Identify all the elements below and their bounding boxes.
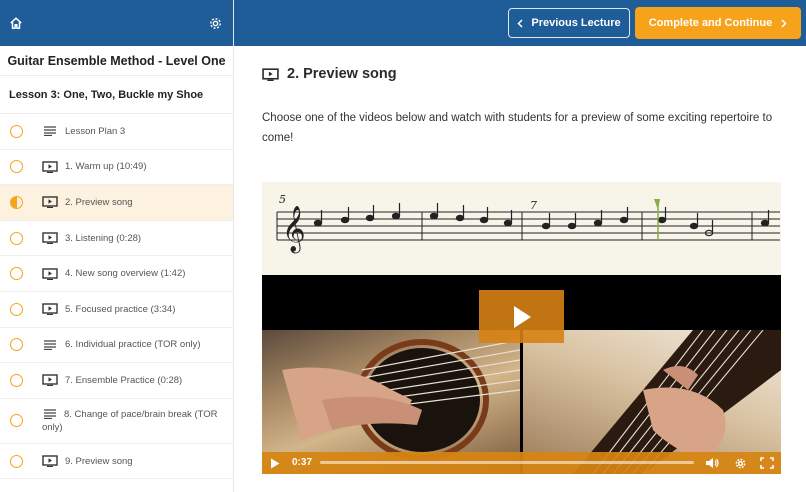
measure-number: 7	[530, 199, 537, 212]
lecture-item-ensemble-practice[interactable]: 7. Ensemble Practice (0:28)	[0, 363, 233, 399]
video-icon	[42, 303, 58, 316]
lecture-title: 2. Preview song	[287, 66, 397, 82]
play-pause-control-icon[interactable]	[268, 456, 282, 470]
incomplete-status-icon	[10, 160, 23, 174]
video-icon	[42, 267, 58, 280]
fullscreen-icon[interactable]	[760, 456, 774, 470]
course-title: Guitar Ensemble Method - Level One	[0, 46, 233, 76]
playback-time: 0:37	[292, 457, 313, 468]
lecture-item-listening[interactable]: 3. Listening (0:28)	[0, 221, 233, 257]
lecture-item-brain-break[interactable]: 8. Change of pace/brain break (TOR only)	[0, 399, 233, 444]
previous-lecture-button[interactable]: Previous Lecture	[508, 8, 630, 38]
lecture-description: Choose one of the videos below and watch…	[262, 112, 773, 144]
text-lines-icon	[42, 125, 58, 137]
lecture-item-label: 2. Preview song	[65, 196, 133, 208]
video-icon	[42, 374, 58, 387]
lecture-item-label: 4. New song overview (1:42)	[65, 268, 186, 280]
svg-text:𝄞: 𝄞	[282, 206, 306, 254]
lecture-heading: 2. Preview song	[262, 66, 397, 82]
sheet-music: 𝄞 5 7	[262, 182, 781, 275]
chevron-right-icon	[781, 18, 787, 28]
lecture-list: Lesson Plan 3 1. Warm up (10:49) 2. Prev…	[0, 114, 233, 480]
incomplete-status-icon	[10, 302, 23, 316]
home-icon[interactable]	[8, 15, 24, 31]
lecture-item-label: 6. Individual practice (TOR only)	[65, 339, 201, 351]
incomplete-status-icon	[10, 373, 23, 387]
lecture-item-warm-up[interactable]: 1. Warm up (10:49)	[0, 150, 233, 186]
play-icon	[513, 305, 531, 328]
incomplete-status-icon	[10, 414, 23, 428]
lecture-sidebar: Guitar Ensemble Method - Level One Lesso…	[0, 0, 234, 492]
incomplete-status-icon	[10, 267, 23, 281]
lecture-item-label: 8. Change of pace/brain break (TOR only)	[42, 408, 218, 433]
video-icon	[42, 455, 58, 468]
previous-lecture-label: Previous Lecture	[531, 17, 621, 29]
video-icon	[42, 232, 58, 245]
gear-icon[interactable]	[207, 15, 223, 31]
video-player[interactable]: 𝄞 5 7 0:37	[262, 182, 781, 474]
lecture-item-label: 3. Listening (0:28)	[65, 232, 142, 244]
lecture-item-label: 5. Focused practice (3:34)	[65, 303, 176, 315]
lecture-item-preview-song-active[interactable]: 2. Preview song	[0, 185, 233, 221]
in-progress-status-icon	[10, 195, 23, 209]
video-icon	[42, 161, 58, 173]
incomplete-status-icon	[10, 124, 23, 138]
course-top-bar: Previous Lecture Complete and Continue	[234, 0, 806, 46]
incomplete-status-icon	[10, 454, 23, 468]
lecture-item-lesson-plan-3[interactable]: Lesson Plan 3	[0, 114, 233, 150]
incomplete-status-icon	[10, 231, 23, 245]
lecture-item-focused-practice[interactable]: 5. Focused practice (3:34)	[0, 292, 233, 328]
lecture-item-label: Lesson Plan 3	[65, 125, 126, 137]
lecture-item-label: 1. Warm up (10:49)	[65, 161, 147, 173]
complete-and-continue-button[interactable]: Complete and Continue	[635, 7, 801, 39]
volume-icon[interactable]	[705, 456, 719, 470]
video-icon	[262, 67, 279, 81]
lecture-item-label: 9. Preview song	[65, 455, 133, 467]
incomplete-status-icon	[10, 338, 23, 352]
seek-bar[interactable]	[320, 461, 694, 464]
complete-and-continue-label: Complete and Continue	[648, 17, 773, 29]
lecture-item-individual-practice[interactable]: 6. Individual practice (TOR only)	[0, 328, 233, 364]
lecture-item-label: 7. Ensemble Practice (0:28)	[65, 374, 183, 386]
lecture-item-preview-song-9[interactable]: 9. Preview song	[0, 444, 233, 480]
measure-number: 5	[279, 193, 286, 206]
chevron-left-icon	[517, 18, 523, 28]
sidebar-header	[0, 0, 233, 46]
video-icon	[42, 196, 58, 209]
play-button[interactable]	[479, 290, 564, 343]
text-lines-icon	[42, 339, 58, 351]
video-controls: 0:37	[262, 452, 781, 474]
lecture-item-new-song-overview[interactable]: 4. New song overview (1:42)	[0, 256, 233, 292]
settings-gear-icon[interactable]	[733, 456, 747, 470]
lesson-title: Lesson 3: One, Two, Buckle my Shoe	[0, 76, 233, 114]
